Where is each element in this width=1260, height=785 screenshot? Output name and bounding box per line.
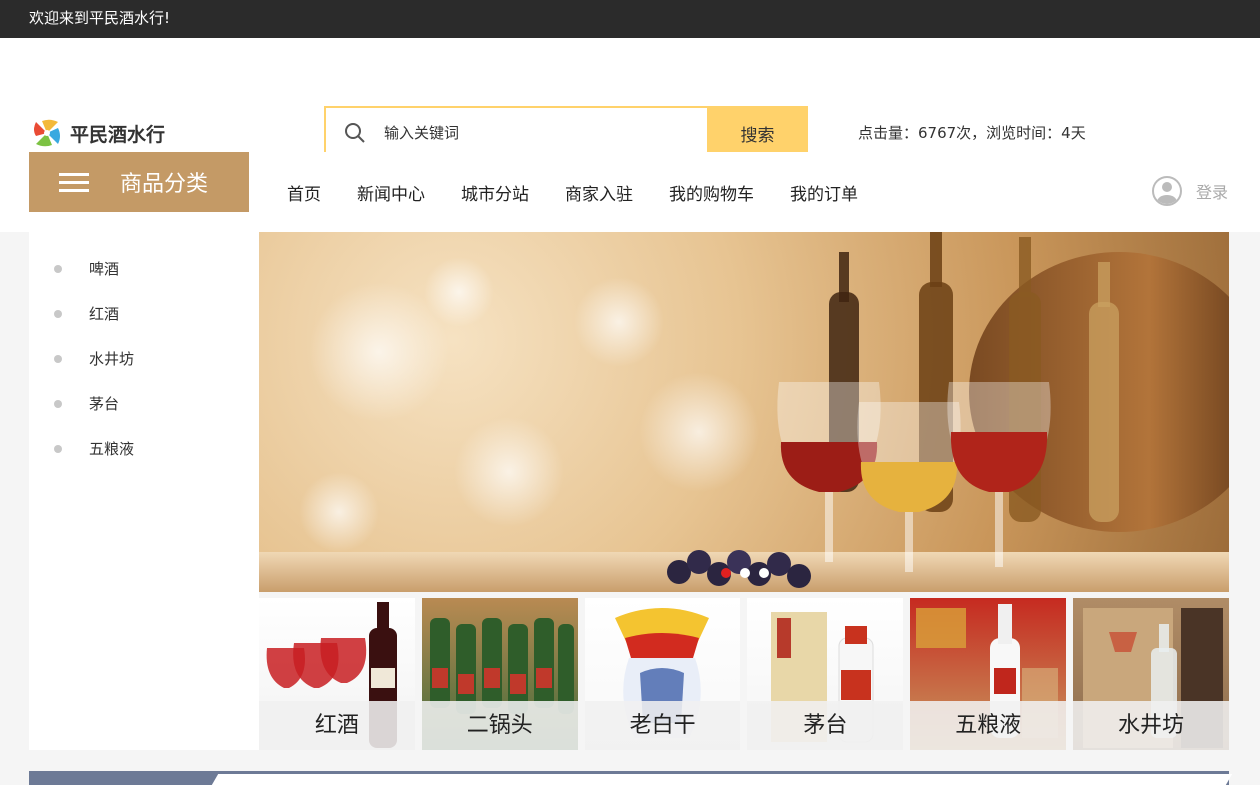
nav-link-news[interactable]: 新闻中心 <box>357 180 425 205</box>
carousel-indicators <box>721 568 769 578</box>
menu-icon <box>59 168 89 197</box>
sidebar-item-wine[interactable]: 红酒 <box>29 291 259 336</box>
product-tile-shuijingfang[interactable]: 水井坊 <box>1073 598 1229 750</box>
product-label: 红酒 <box>259 701 415 750</box>
product-tile-erguotou[interactable]: 二锅头 <box>421 598 578 750</box>
welcome-bar: 欢迎来到平民酒水行! <box>0 0 1260 38</box>
sidebar-item-beer[interactable]: 啤酒 <box>29 246 259 291</box>
nav-link-merchant[interactable]: 商家入驻 <box>565 180 633 205</box>
logo-text: 平民酒水行 <box>70 123 166 146</box>
bullet-icon <box>54 309 62 318</box>
login-link[interactable]: 登录 <box>1151 176 1228 206</box>
product-label: 茅台 <box>747 701 904 750</box>
user-icon <box>1151 176 1182 206</box>
product-label: 二锅头 <box>421 701 578 750</box>
nav-bar: 商品分类 首页 新闻中心 城市分站 商家入驻 我的购物车 我的订单 登录 <box>0 152 1260 232</box>
bullet-icon <box>54 399 62 408</box>
category-label: 商品分类 <box>120 172 209 197</box>
sidebar-item-label: 五粮液 <box>89 440 135 458</box>
product-tile-wuliangye[interactable]: 五粮液 <box>910 598 1067 750</box>
bullet-icon <box>54 264 62 273</box>
hero-banner[interactable] <box>259 232 1229 592</box>
category-sidebar: 啤酒 红酒 水井坊 茅台 五粮液 <box>29 232 259 750</box>
category-menu-button[interactable]: 商品分类 <box>29 152 249 212</box>
nav-link-home[interactable]: 首页 <box>287 180 321 205</box>
nav-link-cart[interactable]: 我的购物车 <box>669 180 754 205</box>
carousel-dot[interactable] <box>740 568 750 578</box>
logo-icon <box>34 119 60 147</box>
logo[interactable]: 平民酒水行 <box>30 116 165 150</box>
visit-stats: 点击量：6767次，浏览时间：4天 <box>858 124 1086 142</box>
sidebar-item-label: 红酒 <box>89 305 120 323</box>
product-tile-maotai[interactable]: 茅台 <box>747 598 904 750</box>
sidebar-item-label: 啤酒 <box>89 260 120 278</box>
bullet-icon <box>54 354 62 363</box>
welcome-text: 欢迎来到平民酒水行! <box>29 9 171 27</box>
sidebar-item-label: 水井坊 <box>89 350 135 368</box>
nav-link-orders[interactable]: 我的订单 <box>790 180 858 205</box>
search-icon <box>345 123 365 143</box>
carousel-dot[interactable] <box>721 568 731 578</box>
product-label: 老白干 <box>584 701 741 750</box>
carousel-dot[interactable] <box>759 568 769 578</box>
nav-link-city[interactable]: 城市分站 <box>461 180 529 205</box>
sidebar-item-shuijingfang[interactable]: 水井坊 <box>29 336 259 381</box>
product-tiles: 红酒 二锅头 老白干 茅台 五粮液 水井坊 <box>259 598 1229 750</box>
product-label: 五粮液 <box>910 701 1067 750</box>
search-input[interactable] <box>384 124 664 142</box>
section-divider <box>29 771 1233 785</box>
sidebar-item-label: 茅台 <box>89 395 120 413</box>
product-tile-laobaigan[interactable]: 老白干 <box>584 598 741 750</box>
header: 平民酒水行 搜索 点击量：6767次，浏览时间：4天 <box>0 38 1260 160</box>
main-nav: 首页 新闻中心 城市分站 商家入驻 我的购物车 我的订单 <box>287 180 858 205</box>
sidebar-item-wuliangye[interactable]: 五粮液 <box>29 426 259 471</box>
banner-image <box>259 232 1229 592</box>
sidebar-item-maotai[interactable]: 茅台 <box>29 381 259 426</box>
bullet-icon <box>54 444 62 453</box>
product-label: 水井坊 <box>1073 701 1229 750</box>
product-tile-wine[interactable]: 红酒 <box>259 598 415 750</box>
main-content: 啤酒 红酒 水井坊 茅台 五粮液 红酒 二锅头 老白干 茅台 五粮液 水井坊 <box>0 232 1260 785</box>
login-label: 登录 <box>1195 183 1228 202</box>
